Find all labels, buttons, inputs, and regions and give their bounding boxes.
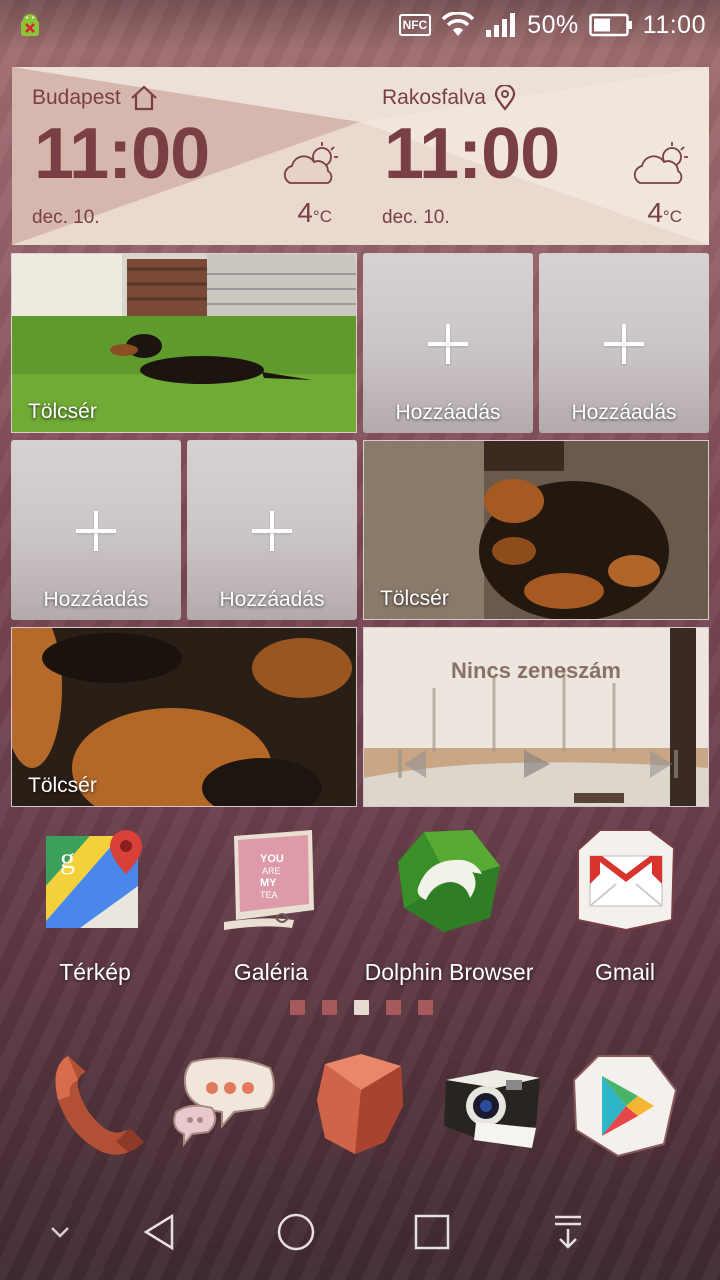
back-icon bbox=[143, 1213, 174, 1251]
temperature-unit: °C bbox=[312, 207, 332, 226]
add-widget-tile[interactable]: Hozzáadás bbox=[363, 253, 533, 433]
pull-down-icon bbox=[555, 1215, 581, 1249]
battery-icon bbox=[589, 13, 632, 37]
browser-icon[interactable] bbox=[305, 1050, 417, 1162]
svg-text:ARE: ARE bbox=[262, 866, 281, 876]
navigation-bar bbox=[0, 1180, 720, 1280]
svg-text:MY: MY bbox=[260, 877, 277, 889]
play-icon[interactable] bbox=[522, 746, 552, 782]
phone-icon[interactable] bbox=[40, 1050, 152, 1162]
recents-icon bbox=[414, 1214, 450, 1250]
tile-label: Hozzáadás bbox=[571, 401, 677, 424]
page-dot[interactable] bbox=[386, 1000, 401, 1015]
page-dot-active[interactable] bbox=[354, 1000, 369, 1015]
city-date: dec. 10. bbox=[32, 207, 100, 228]
back-button[interactable] bbox=[130, 1202, 190, 1262]
tile-label: Hozzáadás bbox=[395, 401, 501, 424]
weather-widget[interactable]: Budapest 11:00 dec. 10. 4°C Rakosfalva 1… bbox=[12, 67, 709, 245]
music-title: Nincs zeneszám bbox=[451, 658, 621, 683]
tile-label: Tölcsér bbox=[380, 587, 449, 610]
app-label: Térkép bbox=[59, 959, 131, 985]
wifi-icon bbox=[441, 12, 475, 36]
camera-icon[interactable] bbox=[436, 1050, 548, 1162]
svg-text:YOU: YOU bbox=[260, 853, 284, 865]
photo-album-tile-2[interactable]: Tölcsér bbox=[363, 440, 709, 620]
tile-label: Tölcsér bbox=[28, 400, 97, 423]
home-circle-icon bbox=[277, 1213, 315, 1251]
tile-label: Hozzáadás bbox=[219, 588, 325, 611]
gallery-icon: YOU ARE MY TEA bbox=[224, 830, 314, 930]
city-time: 11:00 bbox=[34, 114, 210, 194]
add-widget-tile[interactable]: Hozzáadás bbox=[11, 440, 181, 620]
weather-city-1[interactable]: Budapest 11:00 dec. 10. 4°C bbox=[12, 67, 352, 245]
page-dot[interactable] bbox=[418, 1000, 433, 1015]
status-bar: NFC 50% 11:00 bbox=[0, 0, 720, 50]
app-maps[interactable]: g Térkép bbox=[10, 826, 180, 986]
tile-label: Tölcsér bbox=[28, 774, 97, 797]
music-player-widget[interactable]: Nincs zeneszám bbox=[363, 627, 709, 807]
app-label: Dolphin Browser bbox=[364, 959, 534, 985]
app-gallery[interactable]: YOU ARE MY TEA Galéria bbox=[186, 826, 356, 986]
home-icon bbox=[131, 85, 157, 111]
partly-cloudy-icon bbox=[633, 142, 688, 184]
signal-icon bbox=[486, 13, 516, 37]
page-dot[interactable] bbox=[322, 1000, 337, 1015]
partly-cloudy-icon bbox=[283, 142, 338, 184]
play-store-icon[interactable] bbox=[568, 1050, 680, 1162]
photo-album-tile-1[interactable]: Tölcsér bbox=[11, 253, 357, 433]
status-time: 11:00 bbox=[642, 10, 706, 39]
maps-icon: g bbox=[46, 830, 142, 928]
battery-percent: 50% bbox=[527, 10, 579, 39]
android-debug-icon bbox=[21, 14, 39, 36]
app-label: Galéria bbox=[233, 959, 309, 985]
page-dot[interactable] bbox=[290, 1000, 305, 1015]
temperature-unit: °C bbox=[662, 207, 682, 226]
previous-track-icon[interactable] bbox=[396, 746, 428, 782]
city-temperature: 4 bbox=[297, 197, 313, 228]
plus-icon bbox=[76, 511, 116, 551]
recents-button[interactable] bbox=[402, 1202, 462, 1262]
svg-text:TEA: TEA bbox=[260, 890, 278, 900]
weather-city-2[interactable]: Rakosfalva 11:00 dec. 10. 4°C bbox=[362, 67, 702, 245]
gmail-icon bbox=[577, 829, 676, 932]
city-time: 11:00 bbox=[384, 114, 560, 194]
next-track-icon[interactable] bbox=[648, 746, 680, 782]
nfc-icon: NFC bbox=[398, 14, 432, 36]
svg-text:g: g bbox=[60, 842, 75, 875]
messages-icon[interactable] bbox=[168, 1050, 280, 1162]
page-indicator[interactable] bbox=[290, 1000, 433, 1015]
plus-icon bbox=[252, 511, 292, 551]
dolphin-browser-icon bbox=[398, 830, 500, 932]
plus-icon bbox=[604, 324, 644, 364]
city-name: Budapest bbox=[32, 86, 121, 109]
home-button[interactable] bbox=[266, 1202, 326, 1262]
add-widget-tile[interactable]: Hozzáadás bbox=[187, 440, 357, 620]
app-label: Gmail bbox=[594, 959, 656, 985]
app-gmail[interactable]: Gmail bbox=[540, 826, 710, 986]
tile-label: Hozzáadás bbox=[43, 588, 149, 611]
notification-pulldown-button[interactable] bbox=[538, 1202, 598, 1262]
plus-icon bbox=[428, 324, 468, 364]
add-widget-tile[interactable]: Hozzáadás bbox=[539, 253, 709, 433]
city-name: Rakosfalva bbox=[382, 86, 486, 109]
location-pin-icon bbox=[494, 85, 515, 111]
hide-navbar-button[interactable] bbox=[30, 1202, 90, 1262]
app-dolphin-browser[interactable]: Dolphin Browser bbox=[364, 826, 534, 986]
city-date: dec. 10. bbox=[382, 207, 450, 228]
chevron-down-icon bbox=[51, 1227, 69, 1238]
photo-album-tile-3[interactable]: Tölcsér bbox=[11, 627, 357, 807]
city-temperature: 4 bbox=[647, 197, 663, 228]
